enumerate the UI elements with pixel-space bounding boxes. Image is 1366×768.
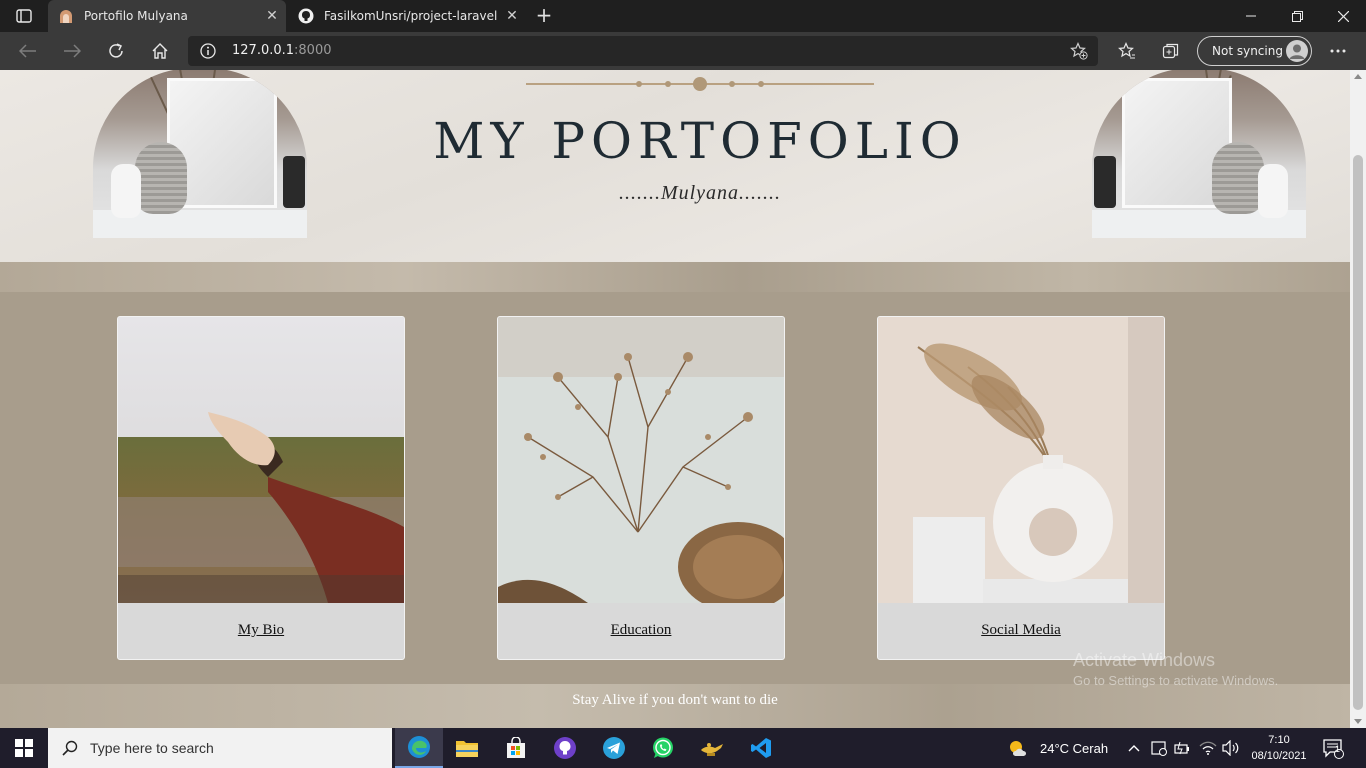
header-ornament (526, 76, 874, 92)
card-social-media[interactable]: Social Media (877, 316, 1165, 660)
close-tab-icon[interactable]: ✕ (502, 8, 522, 24)
taskbar-search-box[interactable]: Type here to search (48, 728, 392, 768)
scroll-thumb[interactable] (1353, 155, 1363, 710)
search-placeholder: Type here to search (90, 740, 214, 756)
store-app-icon[interactable] (492, 728, 540, 768)
minimize-icon[interactable] (1228, 0, 1274, 32)
refresh-icon[interactable] (104, 39, 128, 63)
clock-time: 7:10 (1268, 734, 1290, 746)
file-explorer-icon[interactable] (443, 728, 491, 768)
weather-widget[interactable]: 24°C Cerah (1008, 728, 1108, 768)
card-image-dried-flowers (498, 317, 784, 603)
battery-icon[interactable] (1174, 728, 1190, 768)
weather-text: 24°C Cerah (1040, 740, 1109, 756)
card-label[interactable]: Social Media (878, 622, 1164, 639)
volume-icon[interactable] (1222, 728, 1240, 768)
card-image-donut-vase (878, 317, 1164, 603)
marble-divider (0, 262, 1350, 292)
github-favicon-icon (298, 8, 314, 24)
windows-taskbar: Type here to search 24°C Cerah 7:10 08/1… (0, 728, 1366, 768)
new-tab-icon[interactable]: + (532, 4, 556, 28)
browser-tab-strip: Portofilo Mulyana ✕ FasilkomUnsri/projec… (0, 0, 1366, 32)
more-options-icon[interactable] (1326, 39, 1350, 63)
notification-count: 1 (1335, 744, 1341, 754)
telegram-icon[interactable] (590, 728, 638, 768)
site-info-icon[interactable] (200, 43, 216, 63)
close-window-icon[interactable] (1320, 0, 1366, 32)
edge-app-icon[interactable] (395, 728, 443, 768)
windows-start-icon[interactable] (0, 728, 48, 768)
watermark-subtitle: Go to Settings to activate Windows. (1073, 673, 1279, 688)
card-education[interactable]: Education (497, 316, 785, 660)
clock-date: 08/10/2021 (1251, 750, 1307, 762)
browser-toolbar: 127.0.0.1:8000 Not syncing (0, 32, 1366, 70)
portfolio-favicon-icon (58, 8, 74, 24)
home-icon[interactable] (148, 39, 172, 63)
restore-icon[interactable] (1274, 0, 1320, 32)
security-tray-icon[interactable] (1151, 728, 1167, 768)
activate-windows-watermark: Activate Windows Go to Settings to activ… (1073, 650, 1278, 688)
taskbar-clock[interactable]: 7:10 08/10/2021 (1244, 732, 1314, 764)
github-desktop-icon[interactable] (541, 728, 589, 768)
watermark-title: Activate Windows (1073, 650, 1216, 670)
url-text: 127.0.0.1:8000 (232, 43, 332, 58)
url-port: :8000 (294, 43, 332, 58)
whatsapp-icon[interactable] (639, 728, 687, 768)
favorites-icon[interactable] (1115, 39, 1139, 63)
page-title: MY PORTOFOLIO (433, 112, 967, 170)
tab-title: FasilkomUnsri/project-laravel (324, 9, 498, 23)
add-favorite-icon[interactable] (1070, 42, 1088, 64)
tab-portfolio[interactable]: Portofilo Mulyana ✕ (48, 0, 286, 32)
footer-text: Stay Alive if you don't want to die (572, 692, 778, 708)
page-scrollbar[interactable] (1350, 70, 1366, 728)
scroll-down-icon[interactable] (1354, 719, 1362, 724)
page-viewport: MY PORTOFOLIO .......Mulyana....... My B… (0, 70, 1350, 728)
tab-github[interactable]: FasilkomUnsri/project-laravel ✕ (288, 0, 526, 32)
scroll-up-icon[interactable] (1354, 74, 1362, 79)
search-icon (62, 740, 78, 756)
card-label[interactable]: My Bio (118, 622, 404, 639)
notification-center-icon[interactable]: 1 (1322, 728, 1344, 768)
tab-actions-icon[interactable] (8, 5, 40, 27)
address-bar[interactable]: 127.0.0.1:8000 (188, 36, 1098, 66)
card-my-bio[interactable]: My Bio (117, 316, 405, 660)
lamp-app-icon[interactable] (688, 728, 736, 768)
url-host: 127.0.0.1 (232, 43, 295, 58)
forward-icon[interactable] (60, 39, 84, 63)
card-label[interactable]: Education (498, 622, 784, 639)
close-tab-icon[interactable]: ✕ (262, 8, 282, 24)
page-header: MY PORTOFOLIO .......Mulyana....... (0, 70, 1350, 262)
show-hidden-icons[interactable] (1128, 728, 1140, 768)
sync-label: Not syncing (1212, 44, 1283, 58)
collections-icon[interactable] (1159, 39, 1183, 63)
tab-title: Portofilo Mulyana (84, 9, 188, 23)
vscode-icon[interactable] (737, 728, 785, 768)
page-footer: Stay Alive if you don't want to die (0, 684, 1350, 728)
profile-sync-button[interactable]: Not syncing (1197, 36, 1312, 66)
back-icon[interactable] (16, 39, 40, 63)
page-subtitle: .......Mulyana....... (618, 182, 782, 204)
wifi-icon[interactable] (1199, 728, 1217, 768)
card-image-hand (118, 317, 404, 603)
profile-avatar-icon (1286, 40, 1308, 62)
weather-partly-cloudy-icon (1008, 739, 1030, 757)
